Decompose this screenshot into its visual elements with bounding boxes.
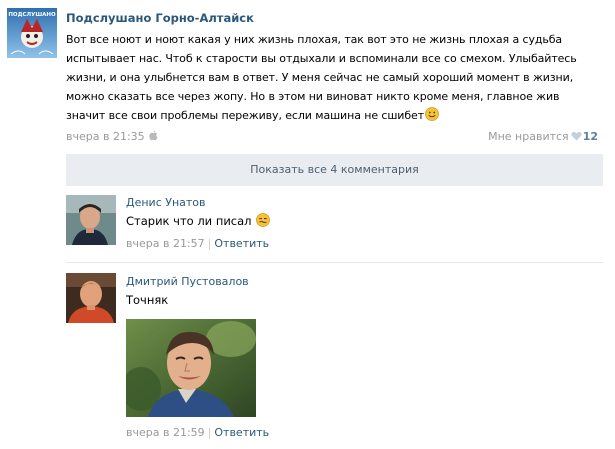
reply-link[interactable]: Ответить bbox=[214, 237, 269, 250]
like-button[interactable]: Мне нравится 12 bbox=[488, 130, 598, 143]
post-text: Вот все ноют и ноют какая у них жизнь пл… bbox=[66, 30, 600, 125]
comment-date[interactable]: вчера в 21:57 bbox=[126, 237, 205, 250]
meta-separator: | bbox=[207, 426, 212, 439]
squint-emoji-icon bbox=[256, 213, 271, 227]
comment-avatar[interactable] bbox=[66, 273, 116, 323]
comment-author-link[interactable]: Денис Унатов bbox=[126, 196, 206, 209]
comment-item: Дмитрий Пустовалов Точняк вчера в 21:59 … bbox=[66, 264, 603, 449]
reply-link[interactable]: Ответить bbox=[214, 426, 269, 439]
comment-attached-photo[interactable] bbox=[126, 319, 256, 417]
group-avatar[interactable]: ПОДСЛУШАНО bbox=[7, 8, 57, 58]
show-all-comments-button[interactable]: Показать все 4 комментария bbox=[66, 154, 603, 186]
heart-icon bbox=[571, 131, 582, 141]
comment-item: Денис Унатов Старик что ли писал вчера в… bbox=[66, 187, 603, 263]
meta-separator: | bbox=[207, 237, 212, 250]
post-text-body: Вот все ноют и ноют какая у них жизнь пл… bbox=[66, 33, 577, 122]
avatar-photo bbox=[66, 273, 116, 323]
post-date[interactable]: вчера в 21:35 bbox=[66, 130, 158, 143]
comment-text-body: Старик что ли писал bbox=[126, 214, 252, 228]
like-label: Мне нравится bbox=[488, 130, 569, 143]
smile-emoji-icon bbox=[425, 107, 439, 121]
group-name-link[interactable]: Подслушано Горно-Алтайск bbox=[66, 11, 254, 25]
apple-icon bbox=[149, 130, 158, 141]
comment-text: Точняк bbox=[126, 293, 169, 307]
comment-meta: вчера в 21:57 | Ответить bbox=[126, 237, 269, 250]
svg-text:ПОДСЛУШАНО: ПОДСЛУШАНО bbox=[8, 12, 56, 18]
group-logo-image: ПОДСЛУШАНО bbox=[7, 8, 57, 58]
comment-avatar[interactable] bbox=[66, 195, 116, 245]
attached-photo-image bbox=[126, 319, 256, 417]
post-date-text[interactable]: вчера в 21:35 bbox=[66, 130, 145, 143]
comment-author-link[interactable]: Дмитрий Пустовалов bbox=[126, 275, 249, 288]
comment-text: Старик что ли писал bbox=[126, 213, 271, 228]
wall-post: ПОДСЛУШАНО Подслушано Горно-Алтайск Вот … bbox=[0, 0, 615, 449]
like-count: 12 bbox=[582, 130, 598, 143]
comment-meta: вчера в 21:59 | Ответить bbox=[126, 426, 269, 439]
avatar-photo bbox=[66, 195, 116, 245]
comment-date[interactable]: вчера в 21:59 bbox=[126, 426, 205, 439]
